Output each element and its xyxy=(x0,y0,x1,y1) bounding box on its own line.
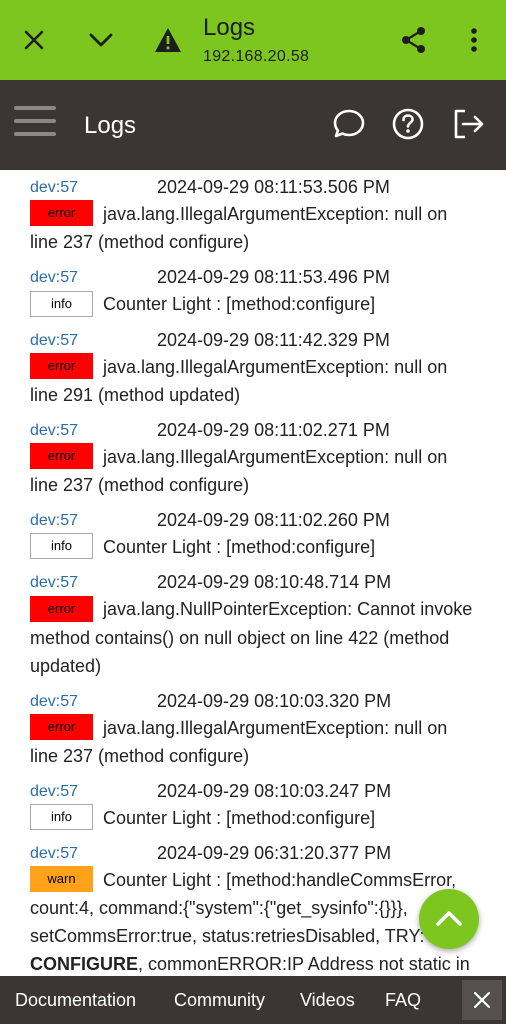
logout-icon[interactable] xyxy=(450,106,486,142)
log-message: Counter Light : [method:configure] xyxy=(103,537,376,557)
close-icon[interactable] xyxy=(14,20,54,60)
close-icon[interactable] xyxy=(462,980,502,1020)
warning-icon[interactable] xyxy=(148,20,188,60)
log-timestamp: 2024-09-29 08:11:42.329 PM xyxy=(157,329,390,350)
log-timestamp: 2024-09-29 08:10:48.714 PM xyxy=(157,572,392,593)
log-level-badge: error xyxy=(30,713,93,740)
log-device-link[interactable]: dev:57 xyxy=(30,179,78,197)
more-vert-icon[interactable] xyxy=(454,20,494,60)
footer-bar: Documentation Community Videos FAQ xyxy=(0,976,506,1024)
log-entry: dev:57 2024-09-29 08:11:02.260 PM info Co… xyxy=(0,503,506,565)
log-entry: dev:57 2024-09-29 08:11:53.506 PM error j… xyxy=(0,170,506,260)
browser-url[interactable]: 192.168.20.58 xyxy=(203,48,309,66)
log-entry: dev:57 2024-09-29 08:10:03.247 PM info Co… xyxy=(0,774,506,836)
chevron-down-icon[interactable] xyxy=(81,20,121,60)
footer-link-documentation[interactable]: Documentation xyxy=(15,990,136,1011)
log-timestamp: 2024-09-29 08:11:02.271 PM xyxy=(157,419,390,440)
log-level-badge: info xyxy=(30,804,93,830)
log-level-badge: error xyxy=(30,595,93,622)
footer-link-community[interactable]: Community xyxy=(174,990,265,1011)
log-message: java.lang.NullPointerException: Cannot i… xyxy=(30,599,473,676)
log-device-link[interactable]: dev:57 xyxy=(30,422,78,440)
log-timestamp: 2024-09-29 08:11:53.506 PM xyxy=(157,177,390,197)
chevron-up-icon xyxy=(436,911,462,926)
log-list: dev:57 2024-09-29 08:11:53.506 PM error j… xyxy=(0,170,506,976)
log-level-badge: info xyxy=(30,290,93,317)
log-timestamp: 2024-09-29 06:31:20.377 PM xyxy=(157,843,392,863)
log-entry: dev:57 2024-09-29 08:11:53.496 PM info Co… xyxy=(0,260,506,322)
log-level-badge: error xyxy=(30,200,93,227)
log-level-badge: error xyxy=(30,352,93,379)
log-message: Counter Light : [method:configure] xyxy=(103,294,376,315)
log-timestamp: 2024-09-29 08:10:03.320 PM xyxy=(157,690,392,711)
browser-page-title: Logs xyxy=(203,14,256,41)
chat-icon[interactable] xyxy=(331,106,367,142)
footer-link-videos[interactable]: Videos xyxy=(300,990,355,1011)
log-device-link[interactable]: dev:57 xyxy=(30,693,78,711)
log-timestamp: 2024-09-29 08:11:02.260 PM xyxy=(157,510,390,530)
log-device-link[interactable]: dev:57 xyxy=(30,269,78,287)
log-entry: dev:57 2024-09-29 08:10:48.714 PM error j… xyxy=(0,565,506,683)
log-device-link[interactable]: dev:57 xyxy=(30,845,78,863)
log-message: Counter Light : [method:configure] xyxy=(103,807,376,828)
menu-icon[interactable] xyxy=(14,106,56,142)
help-icon[interactable] xyxy=(390,106,426,142)
log-device-link[interactable]: dev:57 xyxy=(30,783,78,801)
log-timestamp: 2024-09-29 08:11:53.496 PM xyxy=(157,267,390,288)
log-level-badge: warn xyxy=(30,866,93,893)
log-level-badge: error xyxy=(30,443,93,469)
log-device-link[interactable]: dev:57 xyxy=(30,574,78,592)
log-device-link[interactable]: dev:57 xyxy=(30,512,78,530)
log-entry: dev:57 2024-09-29 08:11:42.329 PM error j… xyxy=(0,323,506,413)
log-timestamp: 2024-09-29 08:10:03.247 PM xyxy=(157,780,392,801)
scroll-top-button[interactable] xyxy=(419,889,479,949)
log-message-emphasis: CONFIGURE xyxy=(30,954,138,975)
page-title: Logs xyxy=(84,112,137,139)
app-header: Logs xyxy=(0,80,506,170)
browser-toolbar: Logs 192.168.20.58 xyxy=(0,0,506,80)
log-level-badge: info xyxy=(30,533,93,560)
share-icon[interactable] xyxy=(394,20,434,60)
log-entry: dev:57 2024-09-29 08:11:02.271 PM error j… xyxy=(0,413,506,503)
log-entry: dev:57 2024-09-29 08:10:03.320 PM error j… xyxy=(0,684,506,774)
log-device-link[interactable]: dev:57 xyxy=(30,332,78,350)
log-message: Counter Light : [method:handleCommsError… xyxy=(30,870,457,947)
footer-link-faq[interactable]: FAQ xyxy=(385,990,421,1011)
